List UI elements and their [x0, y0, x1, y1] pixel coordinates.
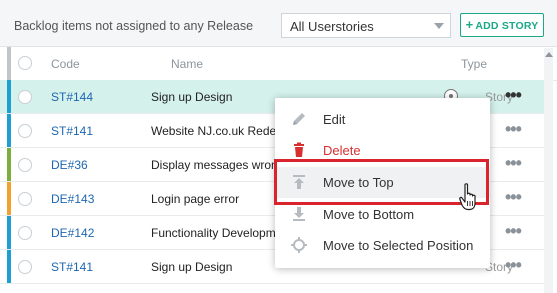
- header-stripe: [7, 47, 11, 80]
- vertical-scrollbar[interactable]: [544, 48, 553, 293]
- row-code-link[interactable]: ST#144: [51, 90, 93, 104]
- hand-cursor-icon: [459, 183, 479, 211]
- filter-selected-value: All Userstories: [290, 19, 374, 34]
- select-all-checkbox[interactable]: [18, 56, 32, 70]
- column-header-type[interactable]: Type: [461, 57, 487, 71]
- trash-icon: [291, 142, 307, 158]
- row-color-stripe: [7, 182, 11, 215]
- chevron-down-icon: [434, 23, 444, 29]
- scroll-up-arrow-icon[interactable]: [545, 52, 553, 57]
- menu-item-edit[interactable]: Edit: [275, 104, 490, 135]
- row-checkbox[interactable]: [18, 158, 32, 172]
- row-color-stripe: [7, 148, 11, 181]
- row-checkbox[interactable]: [18, 124, 32, 138]
- row-code-link[interactable]: DE#142: [51, 226, 94, 240]
- row-color-stripe: [7, 250, 11, 283]
- row-code-link[interactable]: ST#141: [51, 124, 93, 138]
- more-options-icon[interactable]: •••: [505, 221, 522, 242]
- row-code-link[interactable]: DE#36: [51, 158, 88, 172]
- row-name: Sign up Design: [151, 260, 233, 274]
- add-story-label: ADD STORY: [475, 20, 539, 32]
- more-options-icon[interactable]: •••: [505, 85, 522, 106]
- userstory-filter-select[interactable]: All Userstories: [281, 13, 451, 38]
- menu-item-label: Move to Bottom: [323, 207, 415, 222]
- menu-item-label: Edit: [323, 112, 346, 127]
- row-color-stripe: [7, 114, 11, 147]
- pencil-icon: [291, 111, 307, 127]
- row-name: Functionality Development: [151, 226, 277, 240]
- row-name: Website NJ.co.uk Redesign: [151, 124, 277, 138]
- backlog-toolbar: Backlog items not assigned to any Releas…: [0, 0, 557, 47]
- row-name: Display messages wrong: [151, 158, 277, 172]
- row-checkbox[interactable]: [18, 260, 32, 274]
- highlight-annotation-box: [274, 159, 489, 205]
- more-options-icon[interactable]: •••: [505, 119, 522, 140]
- menu-item-label: Delete: [323, 143, 361, 158]
- row-code-link[interactable]: ST#141: [51, 260, 93, 274]
- move-to-bottom-icon: [291, 206, 307, 222]
- row-checkbox[interactable]: [18, 90, 32, 104]
- row-name: Sign up Design: [151, 90, 233, 104]
- backlog-title: Backlog items not assigned to any Releas…: [14, 19, 254, 33]
- grid-header: Code Name Type: [0, 47, 557, 81]
- column-header-name[interactable]: Name: [171, 57, 203, 71]
- more-options-icon[interactable]: •••: [505, 187, 522, 208]
- more-options-icon[interactable]: •••: [505, 153, 522, 174]
- row-checkbox[interactable]: [18, 192, 32, 206]
- menu-item-move-to-selected-position[interactable]: Move to Selected Position: [275, 230, 490, 261]
- row-color-stripe: [7, 216, 11, 249]
- more-options-icon[interactable]: •••: [505, 255, 522, 276]
- column-header-code[interactable]: Code: [51, 57, 80, 71]
- row-color-stripe: [7, 80, 11, 113]
- menu-item-label: Move to Selected Position: [323, 238, 474, 253]
- add-story-button[interactable]: + ADD STORY: [460, 13, 544, 37]
- row-checkbox[interactable]: [18, 226, 32, 240]
- row-name: Login page error: [151, 192, 240, 206]
- plus-icon: +: [465, 17, 474, 32]
- row-code-link[interactable]: DE#143: [51, 192, 94, 206]
- crosshair-icon: [291, 237, 307, 253]
